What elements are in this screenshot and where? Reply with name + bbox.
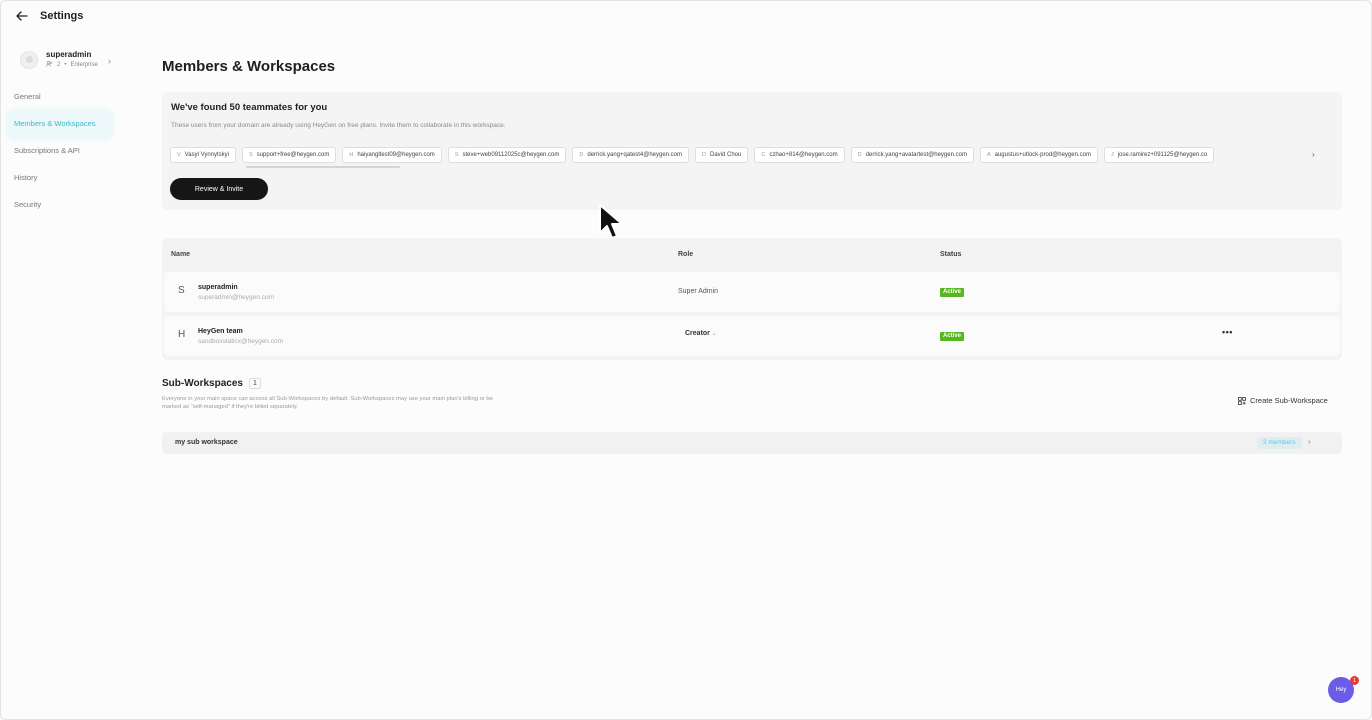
account-meta: 2 • Enterprise: [46, 61, 98, 69]
invite-heading: We've found 50 teammates for you: [171, 102, 328, 113]
page-title: Members & Workspaces: [162, 58, 336, 75]
member-name: HeyGen team: [198, 328, 243, 335]
sidebar-item-security[interactable]: Security: [8, 192, 112, 219]
table-row: H HeyGen team sandboxstaticx@heygen.com …: [164, 316, 1340, 356]
account-member-count: 2: [57, 62, 61, 68]
account-switcher[interactable]: superadmin 2 • Enterprise: [20, 50, 120, 69]
sidebar-item-members-workspaces[interactable]: Members & Workspaces: [8, 111, 112, 138]
teammate-chip[interactable]: Cczhao+814@heygen.com: [754, 147, 845, 163]
sub-workspaces-title: Sub-Workspaces: [162, 378, 243, 389]
member-avatar: S: [178, 285, 185, 296]
back-arrow-icon[interactable]: [16, 9, 30, 23]
sidebar-nav: General Members & Workspaces Subscriptio…: [8, 84, 112, 219]
sub-workspaces-heading: Sub-Workspaces 1: [162, 378, 261, 389]
teammate-chip[interactable]: Hhaiyangltest09@heygen.com: [342, 147, 442, 163]
teammate-chip[interactable]: Jjose.ramirez+091125@heygen.co: [1103, 147, 1215, 163]
role-dropdown[interactable]: Creator ⌄: [685, 330, 717, 337]
member-avatar: H: [178, 329, 186, 340]
status-badge: Active: [940, 332, 965, 341]
chevron-right-icon[interactable]: ›: [1308, 437, 1311, 446]
grid-plus-icon: [1238, 396, 1246, 405]
page-header-title: Settings: [40, 10, 84, 22]
create-sub-workspace-button[interactable]: Create Sub-Workspace: [1238, 396, 1328, 405]
sub-workspace-name: my sub workspace: [175, 439, 238, 446]
members-table: Name Role Status S superadmin superadmin…: [162, 238, 1342, 360]
teammate-chip[interactable]: Aaugustus+utlock-prod@heygen.com: [979, 147, 1098, 163]
teammate-chip[interactable]: Dderrick.yang+avatartest@heygen.com: [850, 147, 974, 163]
teammate-invite-panel: We've found 50 teammates for you These u…: [162, 92, 1342, 210]
teammate-chip[interactable]: Ssupport+free@heygen.com: [242, 147, 337, 163]
member-name: superadmin: [198, 284, 238, 291]
chevron-down-icon: ⌄: [711, 331, 717, 337]
status-badge: Active: [940, 288, 965, 297]
teammate-chip[interactable]: Dderrick.yang+qatest4@heygen.com: [572, 147, 690, 163]
chevron-right-icon[interactable]: ›: [1312, 150, 1315, 159]
column-header-name: Name: [171, 251, 191, 258]
sidebar-item-subscriptions-api[interactable]: Subscriptions & API: [8, 138, 112, 165]
sub-workspace-members: 2 members: [1257, 437, 1302, 449]
sub-workspace-row[interactable]: my sub workspace 2 members ›: [162, 432, 1342, 454]
sidebar-item-general[interactable]: General: [8, 84, 112, 111]
topbar: Settings: [16, 9, 83, 23]
avatar: [20, 50, 38, 69]
column-header-status: Status: [940, 251, 962, 258]
invite-description: These users from your domain are already…: [171, 122, 506, 129]
mouse-cursor-icon: [598, 203, 624, 246]
member-email: superadmin@heygen.com: [198, 294, 274, 301]
account-name: superadmin: [46, 50, 92, 59]
chevron-right-icon[interactable]: ›: [108, 56, 111, 66]
teammate-chip-list: V Vasyl Vynnytskyi Ssupport+free@heygen.c…: [170, 147, 1320, 163]
sidebar-item-history[interactable]: History: [8, 165, 112, 192]
notification-badge: 1: [1350, 676, 1359, 685]
table-row: S superadmin superadmin@heygen.com Super…: [164, 272, 1340, 312]
member-email: sandboxstaticx@heygen.com: [198, 338, 284, 345]
column-header-role: Role: [678, 251, 694, 258]
account-plan: Enterprise: [70, 62, 98, 68]
sub-workspaces-description: Everyone in your main space can access a…: [162, 396, 493, 410]
more-options-icon[interactable]: •••: [1222, 327, 1233, 337]
teammate-chip[interactable]: Ssteve+web09112025c@heygen.com: [447, 147, 567, 163]
sub-workspaces-count: 1: [248, 378, 261, 389]
people-icon: [46, 61, 53, 69]
teammate-chip[interactable]: V Vasyl Vynnytskyi: [170, 147, 237, 163]
teammate-chip[interactable]: D David Chou: [695, 147, 749, 163]
member-role: Super Admin: [678, 288, 719, 295]
review-invite-button[interactable]: Review & Invite: [170, 178, 268, 200]
chip-scrollbar[interactable]: [246, 166, 400, 168]
